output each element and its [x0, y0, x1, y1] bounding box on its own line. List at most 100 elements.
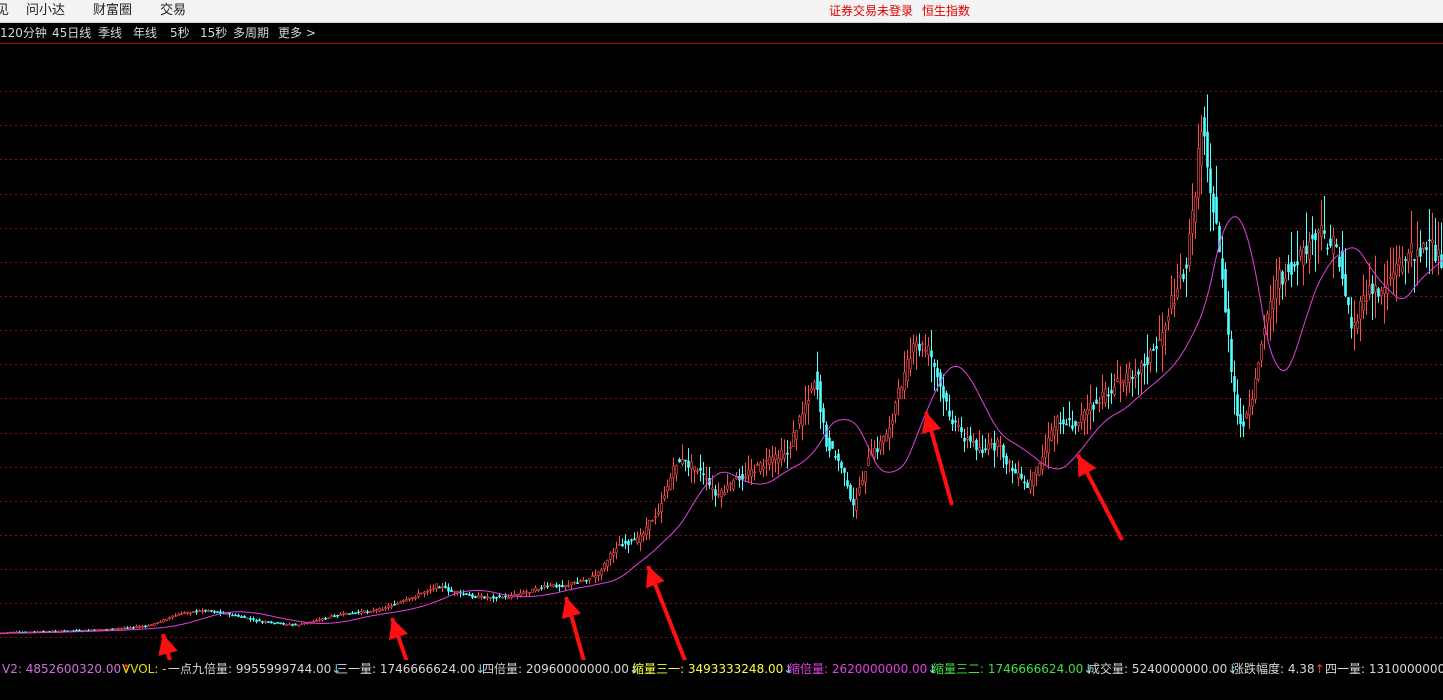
candle-body — [1275, 279, 1278, 299]
candle — [918, 333, 921, 357]
menu-item-fragment[interactable]: 见 — [0, 3, 9, 19]
candle — [1074, 420, 1077, 435]
candle-body — [798, 416, 801, 424]
candle — [1134, 358, 1137, 389]
period-120min[interactable]: 120分钟 — [0, 26, 47, 40]
candle-body — [966, 437, 969, 440]
indicator-item: 缩量三一: 3493333248.00↓ — [632, 662, 793, 677]
candle-body — [1257, 362, 1260, 380]
candle-body — [1005, 455, 1008, 465]
candle-body — [270, 621, 273, 624]
candle-body — [573, 581, 576, 584]
candle — [717, 482, 720, 499]
candle — [189, 611, 192, 617]
candle-body — [1341, 250, 1344, 279]
candle — [987, 432, 990, 456]
candle-body — [393, 603, 396, 606]
candle-body — [225, 613, 228, 615]
candle — [1137, 368, 1140, 395]
candle — [588, 577, 591, 584]
candle — [984, 438, 987, 453]
candle-body — [678, 459, 681, 463]
candle — [1281, 270, 1284, 300]
candle-body — [249, 618, 252, 620]
candle — [1311, 216, 1314, 255]
candle — [390, 603, 393, 610]
menu-item-wenxiaoda[interactable]: 问小达 — [26, 3, 65, 19]
candle — [318, 617, 321, 622]
period-year[interactable]: 年线 — [133, 26, 157, 40]
candle-body — [681, 459, 684, 465]
candle — [720, 487, 723, 508]
candle — [321, 617, 324, 623]
candle-body — [237, 614, 240, 617]
candle — [435, 583, 438, 592]
candle-body — [378, 608, 381, 612]
candle-body — [1422, 243, 1425, 249]
candle-body — [687, 460, 690, 468]
period-45day[interactable]: 45日线 — [52, 26, 91, 40]
candle — [267, 621, 270, 623]
candle — [1407, 248, 1410, 274]
candle — [144, 624, 147, 628]
candle — [1020, 466, 1023, 481]
candle-body — [258, 619, 261, 622]
candle-body — [183, 612, 186, 614]
candle-body — [234, 614, 237, 617]
candle — [1377, 286, 1380, 303]
candle-body — [810, 388, 813, 392]
candle-body — [303, 622, 306, 625]
period-5s[interactable]: 5秒 — [170, 26, 190, 40]
period-15s[interactable]: 15秒 — [200, 26, 227, 40]
candle-body — [90, 629, 93, 632]
candle — [975, 438, 978, 461]
candle-body — [1035, 466, 1038, 475]
candle-body — [873, 448, 876, 458]
menu-item-caifuquan[interactable]: 财富圈 — [93, 3, 132, 19]
candle-body — [693, 466, 696, 471]
candle-body — [1245, 413, 1248, 419]
menu-item-trade[interactable]: 交易 — [160, 3, 186, 19]
candle — [1245, 410, 1248, 419]
candle-body — [936, 368, 939, 378]
candle — [1086, 394, 1089, 435]
candle — [1254, 368, 1257, 404]
candle — [1350, 297, 1353, 339]
candle — [726, 473, 729, 493]
candle — [618, 535, 621, 546]
candle — [1317, 228, 1320, 264]
period-quarter[interactable]: 季线 — [98, 26, 122, 40]
candle — [339, 611, 342, 616]
candle-body — [447, 587, 450, 592]
candle-body — [279, 622, 282, 625]
candle — [1437, 221, 1440, 275]
candle — [693, 466, 696, 484]
candle-body — [480, 595, 483, 598]
candle-body — [264, 621, 267, 624]
candle-body — [555, 584, 558, 588]
candle-body — [522, 591, 525, 595]
candle — [522, 589, 525, 595]
candle-body — [540, 587, 543, 590]
kline-chart[interactable] — [0, 44, 1443, 660]
candle — [528, 591, 531, 597]
candle-body — [1434, 244, 1437, 262]
period-more[interactable]: 更多 > — [278, 26, 316, 40]
candle-body — [1359, 300, 1362, 320]
candle — [822, 403, 825, 435]
candle — [1026, 479, 1029, 489]
candle-body — [1068, 417, 1071, 421]
candle-body — [1173, 303, 1176, 306]
candle — [219, 609, 222, 617]
candle-body — [198, 610, 201, 612]
candle — [624, 534, 627, 550]
candle-body — [744, 476, 747, 479]
candle-body — [912, 343, 915, 353]
login-status[interactable]: 证券交易未登录 — [829, 4, 913, 19]
candle-body — [879, 440, 882, 451]
candle-body — [1236, 394, 1239, 417]
candle — [1038, 462, 1041, 477]
period-multi[interactable]: 多周期 — [233, 26, 269, 40]
candle-body — [957, 424, 960, 427]
candle — [264, 620, 267, 624]
